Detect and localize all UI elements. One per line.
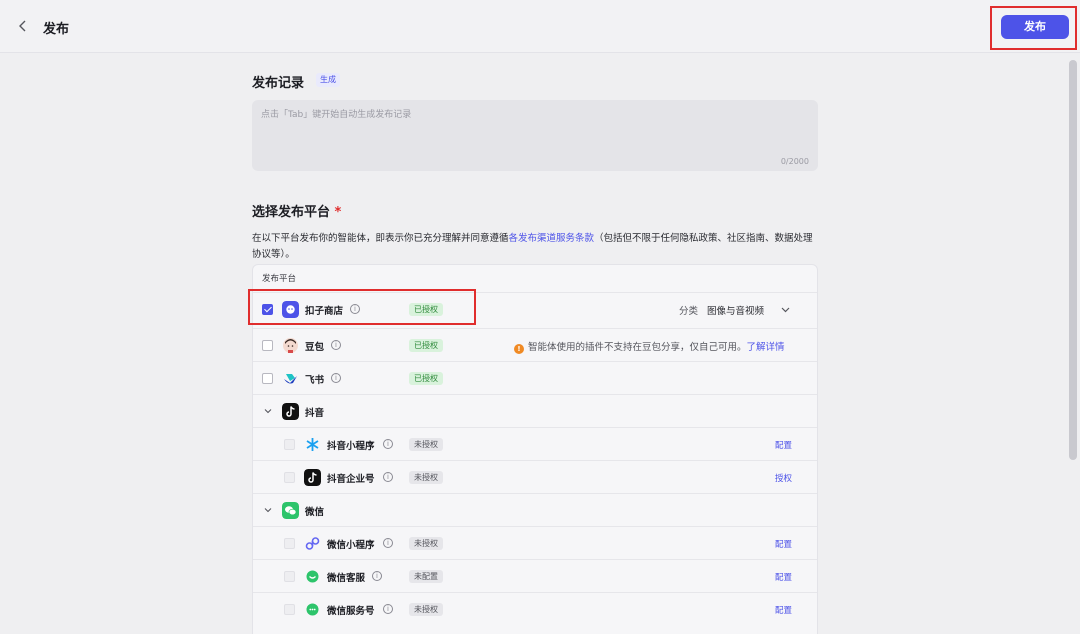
- chevron-down-icon[interactable]: [780, 304, 791, 315]
- record-textarea[interactable]: 点击「Tab」键开始自动生成发布记录 0/2000: [252, 100, 818, 171]
- table-header: 发布平台: [262, 274, 297, 284]
- platform-name: 微信服务号: [327, 606, 375, 617]
- configure-button[interactable]: 配置: [775, 571, 792, 583]
- checkbox-wechat-service[interactable]: [284, 571, 295, 582]
- feishu-icon: [284, 374, 297, 384]
- platform-name: 飞书: [305, 375, 325, 386]
- douyin-enterprise-icon: [304, 469, 321, 486]
- record-title: 发布记录: [252, 76, 305, 91]
- status-badge: 已授权: [409, 303, 443, 316]
- scrollbar[interactable]: [1069, 60, 1077, 460]
- category-select[interactable]: 图像与音视频: [707, 303, 764, 317]
- platform-row-feishu[interactable]: 飞书 i 已授权: [253, 361, 817, 394]
- category-label: 分类: [679, 306, 699, 317]
- wechat-miniapp-icon: [305, 537, 320, 550]
- platform-name: 豆包: [305, 342, 325, 353]
- chevron-down-icon[interactable]: [263, 505, 273, 515]
- status-badge: 未授权: [409, 537, 443, 550]
- wechat-icon: [282, 502, 299, 519]
- configure-button[interactable]: 配置: [775, 439, 792, 451]
- page-title: 发布: [43, 22, 70, 37]
- terms-link[interactable]: 各发布渠道服务条款: [509, 233, 595, 244]
- status-badge: 已授权: [409, 372, 443, 385]
- chevron-down-icon[interactable]: [263, 406, 273, 416]
- warning-text: 智能体使用的插件不支持在豆包分享，仅自己可用。: [528, 342, 747, 353]
- wechat-official-icon: [306, 603, 319, 616]
- status-badge: 未授权: [409, 603, 443, 616]
- platform-name: 抖音企业号: [327, 474, 375, 485]
- info-icon[interactable]: i: [383, 472, 393, 482]
- generate-button[interactable]: 生成: [316, 73, 340, 87]
- platform-group-douyin[interactable]: 抖音: [253, 394, 817, 427]
- platform-row-wechat-service[interactable]: 微信客服 i 未配置 配置: [253, 559, 817, 592]
- checkbox-douyin-enterprise[interactable]: [284, 472, 295, 483]
- publish-button[interactable]: 发布: [1001, 15, 1069, 39]
- checkbox-douyin-miniapp[interactable]: [284, 439, 295, 450]
- warning-icon: !: [514, 344, 524, 354]
- platform-row-douyin-miniapp[interactable]: 抖音小程序 i 未授权 配置: [253, 427, 817, 460]
- platform-name: 扣子商店: [305, 306, 344, 317]
- coze-store-icon: [282, 301, 299, 318]
- configure-button[interactable]: 配置: [775, 538, 792, 550]
- platform-name: 抖音小程序: [327, 441, 375, 452]
- info-icon[interactable]: i: [372, 571, 382, 581]
- info-icon[interactable]: i: [350, 304, 360, 314]
- platform-name: 抖音: [305, 408, 325, 419]
- platform-description: 在以下平台发布你的智能体，即表示你已充分理解并同意遵循各发布渠道服务条款（包括但…: [252, 231, 820, 263]
- status-badge: 未授权: [409, 438, 443, 451]
- record-char-count: 0/2000: [780, 157, 809, 166]
- platform-row-wechat-official[interactable]: 微信服务号 i 未授权 配置: [253, 592, 817, 625]
- info-icon[interactable]: i: [383, 538, 393, 548]
- configure-button[interactable]: 配置: [775, 604, 792, 616]
- platform-name: 微信: [305, 507, 325, 518]
- status-badge: 已授权: [409, 339, 443, 352]
- learn-more-link[interactable]: 了解详情: [747, 342, 785, 353]
- checkbox-wechat-official[interactable]: [284, 604, 295, 615]
- platform-row-wechat-miniapp[interactable]: 微信小程序 i 未授权 配置: [253, 526, 817, 559]
- platform-title-text: 选择发布平台: [252, 205, 331, 220]
- wechat-service-icon: [306, 570, 319, 583]
- platform-row-coze-store[interactable]: 扣子商店 i 已授权 分类 图像与音视频: [253, 292, 817, 325]
- info-icon[interactable]: i: [331, 373, 341, 383]
- checkbox-doubao[interactable]: [262, 340, 273, 351]
- platform-table: 发布平台 扣子商店 i 已授权 分类 图像与音视频 豆包 i 已授权 ! 智能体使…: [252, 264, 818, 634]
- platform-title: 选择发布平台 *: [252, 201, 341, 220]
- checkbox-wechat-miniapp[interactable]: [284, 538, 295, 549]
- authorize-button[interactable]: 授权: [775, 472, 792, 484]
- checkbox-coze-store[interactable]: [262, 304, 273, 315]
- info-icon[interactable]: i: [331, 340, 341, 350]
- back-arrow-icon[interactable]: [14, 17, 32, 35]
- required-mark: *: [334, 205, 342, 220]
- info-icon[interactable]: i: [383, 604, 393, 614]
- info-icon[interactable]: i: [383, 439, 393, 449]
- top-bar: 发布 发布: [0, 0, 1080, 53]
- platform-row-douyin-enterprise[interactable]: 抖音企业号 i 未授权 授权: [253, 460, 817, 493]
- douyin-icon: [282, 403, 299, 420]
- status-badge: 未授权: [409, 471, 443, 484]
- status-badge: 未配置: [409, 570, 443, 583]
- doubao-icon: [283, 338, 298, 353]
- platform-row-doubao[interactable]: 豆包 i 已授权 ! 智能体使用的插件不支持在豆包分享，仅自己可用。了解详情: [253, 328, 817, 361]
- platform-name: 微信小程序: [327, 540, 375, 551]
- platform-group-wechat[interactable]: 微信: [253, 493, 817, 526]
- checkbox-feishu[interactable]: [262, 373, 273, 384]
- doubao-warning: ! 智能体使用的插件不支持在豆包分享，仅自己可用。了解详情: [514, 339, 785, 354]
- desc-text-before: 在以下平台发布你的智能体，即表示你已充分理解并同意遵循: [252, 233, 509, 244]
- douyin-miniapp-icon: [306, 438, 319, 451]
- record-placeholder: 点击「Tab」键开始自动生成发布记录: [261, 110, 412, 120]
- platform-name: 微信客服: [327, 573, 366, 584]
